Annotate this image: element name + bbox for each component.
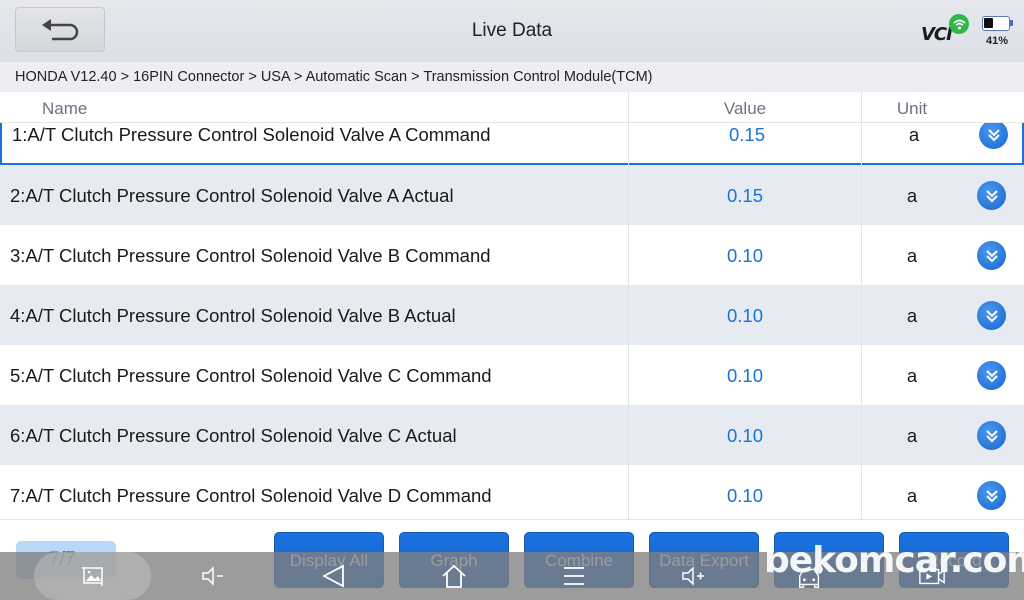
column-header-unit: Unit — [896, 99, 928, 118]
column-header-value: Value — [723, 99, 767, 118]
row-unit: a — [906, 425, 918, 446]
expand-chevron-icon[interactable] — [977, 421, 1006, 450]
volume-up-icon[interactable] — [679, 562, 707, 590]
table-row[interactable]: 6:A/T Clutch Pressure Control Solenoid V… — [0, 405, 1024, 465]
expand-chevron-icon[interactable] — [977, 181, 1006, 210]
vci-status[interactable]: VCI — [921, 14, 971, 46]
table-header: Name Value Unit — [0, 92, 1024, 123]
row-value: 0.10 — [726, 245, 763, 266]
screenshot-icon[interactable] — [79, 562, 107, 590]
row-unit: a — [906, 365, 918, 386]
vehicle-icon[interactable] — [796, 562, 824, 590]
row-name: 1:A/T Clutch Pressure Control Solenoid V… — [12, 124, 491, 145]
back-arrow-icon — [42, 18, 79, 40]
table-row[interactable]: 4:A/T Clutch Pressure Control Solenoid V… — [0, 285, 1024, 345]
table-row[interactable]: 7:A/T Clutch Pressure Control Solenoid V… — [0, 465, 1024, 519]
vci-logo: VCI — [921, 24, 953, 45]
home-icon[interactable] — [440, 562, 468, 590]
row-unit: a — [906, 185, 918, 206]
row-unit: a — [908, 124, 920, 145]
expand-chevron-icon[interactable] — [977, 481, 1006, 510]
row-name: 4:A/T Clutch Pressure Control Solenoid V… — [10, 305, 456, 326]
row-name: 5:A/T Clutch Pressure Control Solenoid V… — [10, 365, 492, 386]
wifi-icon — [949, 14, 969, 34]
row-value: 0.15 — [728, 124, 765, 145]
row-unit: a — [906, 305, 918, 326]
expand-chevron-icon[interactable] — [979, 123, 1008, 149]
row-unit: a — [906, 485, 918, 506]
column-header-name: Name — [42, 99, 88, 118]
row-name: 6:A/T Clutch Pressure Control Solenoid V… — [10, 425, 457, 446]
battery-fill — [984, 18, 993, 28]
row-unit: a — [906, 245, 918, 266]
volume-down-icon[interactable] — [199, 562, 227, 590]
row-value: 0.15 — [726, 185, 763, 206]
row-value: 0.10 — [726, 425, 763, 446]
row-name: 2:A/T Clutch Pressure Control Solenoid V… — [10, 185, 454, 206]
table-row[interactable]: 2:A/T Clutch Pressure Control Solenoid V… — [0, 165, 1024, 225]
expand-chevron-icon[interactable] — [977, 361, 1006, 390]
battery-icon — [982, 16, 1013, 32]
table-row[interactable]: 1:A/T Clutch Pressure Control Solenoid V… — [0, 123, 1024, 165]
row-value: 0.10 — [726, 485, 763, 506]
table-row[interactable]: 5:A/T Clutch Pressure Control Solenoid V… — [0, 345, 1024, 405]
live-data-screen: Live Data VCI 41% HONDA V12.40 > 16PIN C… — [0, 0, 1024, 600]
top-bar: Live Data VCI 41% — [0, 0, 1024, 62]
row-value: 0.10 — [726, 305, 763, 326]
row-value: 0.10 — [726, 365, 763, 386]
recents-icon[interactable] — [560, 562, 588, 590]
table-row[interactable]: 3:A/T Clutch Pressure Control Solenoid V… — [0, 225, 1024, 285]
back-button[interactable] — [15, 7, 105, 52]
row-name: 7:A/T Clutch Pressure Control Solenoid V… — [10, 485, 492, 506]
back-icon[interactable] — [320, 562, 348, 590]
expand-chevron-icon[interactable] — [977, 241, 1006, 270]
row-name: 3:A/T Clutch Pressure Control Solenoid V… — [10, 245, 491, 266]
breadcrumb: HONDA V12.40 > 16PIN Connector > USA > A… — [0, 62, 1024, 92]
screen-record-icon[interactable] — [918, 562, 946, 590]
expand-chevron-icon[interactable] — [977, 301, 1006, 330]
battery-percent: 41% — [986, 35, 1009, 47]
system-navigation-bar — [0, 552, 1024, 600]
column-divider — [628, 92, 629, 519]
data-list[interactable]: 1:A/T Clutch Pressure Control Solenoid V… — [0, 123, 1024, 519]
page-title: Live Data — [471, 20, 553, 41]
column-divider — [861, 92, 862, 519]
